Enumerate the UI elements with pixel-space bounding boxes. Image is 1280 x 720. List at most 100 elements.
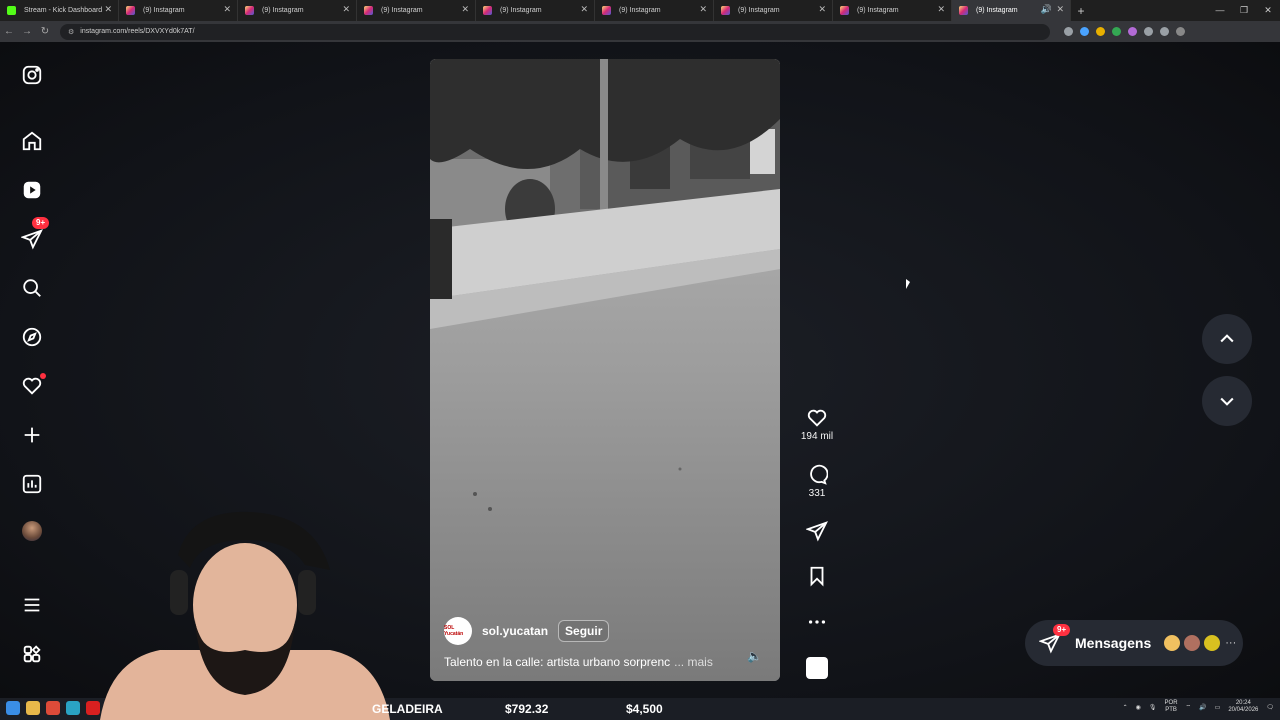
- notification-dot: [40, 373, 46, 379]
- comment-button[interactable]: 331: [796, 464, 838, 499]
- wifi-icon[interactable]: ⌔: [1186, 703, 1192, 711]
- audio-button[interactable]: [796, 657, 838, 679]
- chrome-icon[interactable]: [46, 701, 60, 715]
- windows-start-icon[interactable]: [6, 701, 20, 715]
- site-info-icon[interactable]: ⚙: [68, 28, 74, 36]
- chevron-up-icon: [1220, 334, 1234, 343]
- back-icon[interactable]: ←: [0, 26, 18, 37]
- bookmark-icon: [810, 566, 824, 587]
- maximize-icon[interactable]: ❐: [1232, 0, 1256, 21]
- avatar: [22, 521, 42, 541]
- app-icon[interactable]: [86, 701, 100, 715]
- tab-instagram[interactable]: (9) Instagram ✕: [238, 0, 357, 21]
- caption-more-link[interactable]: ... mais: [674, 655, 713, 669]
- extension-icon[interactable]: [1096, 27, 1105, 36]
- next-reel-button[interactable]: [1202, 376, 1252, 426]
- file-explorer-icon[interactable]: [26, 701, 40, 715]
- edge-icon[interactable]: [66, 701, 80, 715]
- tab-instagram[interactable]: (9) Instagram ✕: [714, 0, 833, 21]
- reel-video-frame: [430, 59, 780, 681]
- close-tab-icon[interactable]: ✕: [699, 4, 707, 15]
- previous-reel-button[interactable]: [1202, 314, 1252, 364]
- instagram-icon: [245, 6, 254, 15]
- speaker-icon[interactable]: 🔊: [1041, 4, 1052, 15]
- search-icon[interactable]: [18, 274, 46, 302]
- close-tab-icon[interactable]: ✕: [342, 4, 350, 15]
- minimize-icon[interactable]: —: [1208, 0, 1232, 21]
- address-bar[interactable]: ⚙ instagram.com/reels/DXVXYd0k7AT/: [60, 23, 1050, 40]
- tab-instagram[interactable]: (9) Instagram ✕: [357, 0, 476, 21]
- explore-icon[interactable]: [18, 323, 46, 351]
- dashboard-chart-icon[interactable]: [18, 470, 46, 498]
- create-plus-icon[interactable]: [18, 421, 46, 449]
- direct-messages-icon[interactable]: 9+: [18, 217, 50, 253]
- author-name-link[interactable]: sol.yucatan: [482, 624, 548, 638]
- ellipsis-icon: ···: [1225, 637, 1237, 649]
- tab-instagram[interactable]: (9) Instagram ✕: [595, 0, 714, 21]
- network-icon[interactable]: ◉: [1136, 704, 1141, 711]
- battery-icon[interactable]: ▭: [1215, 704, 1221, 711]
- save-button[interactable]: [796, 565, 838, 587]
- share-button[interactable]: [796, 520, 838, 542]
- extension-icon[interactable]: [1064, 27, 1073, 36]
- instagram-icon: [840, 6, 849, 15]
- notifications-icon[interactable]: 🗨: [1266, 704, 1274, 711]
- like-count: 194 mil: [800, 431, 834, 442]
- language-indicator[interactable]: POR PTB: [1165, 700, 1178, 714]
- close-tab-icon[interactable]: ✕: [818, 4, 826, 15]
- webcam-overlay: [100, 511, 390, 720]
- tab-instagram-active[interactable]: (9) Instagram 🔊 ✕: [952, 0, 1071, 21]
- menu-icon[interactable]: [1176, 27, 1185, 36]
- messages-button[interactable]: 9+ Mensagens ···: [1025, 620, 1243, 666]
- extension-icon[interactable]: [1080, 27, 1089, 36]
- ticker-item: GELADEIRA: [372, 702, 443, 716]
- instagram-icon: [602, 6, 611, 15]
- reel-author: SOL Yucatán sol.yucatan Seguir: [444, 617, 610, 645]
- instagram-logo-icon[interactable]: [18, 61, 46, 89]
- reel-video[interactable]: SOL Yucatán sol.yucatan Seguir Talento e…: [430, 59, 780, 681]
- send-icon: [806, 521, 828, 542]
- also-from-meta-icon[interactable]: [18, 640, 46, 668]
- reel-caption[interactable]: Talento en la calle: artista urbano sorp…: [444, 655, 713, 669]
- puzzle-icon[interactable]: [1144, 27, 1153, 36]
- microphone-icon[interactable]: 🎙: [1149, 704, 1157, 711]
- tab-kick-dashboard[interactable]: Stream - Kick Dashboard ✕: [0, 0, 119, 21]
- recent-contacts: [1161, 634, 1222, 652]
- more-options-button[interactable]: [796, 611, 838, 633]
- close-tab-icon[interactable]: ✕: [937, 4, 945, 15]
- close-window-icon[interactable]: ✕: [1256, 0, 1280, 21]
- new-tab-button[interactable]: +: [1071, 4, 1091, 18]
- messages-label: Mensagens: [1075, 635, 1152, 651]
- close-tab-icon[interactable]: ✕: [1056, 4, 1064, 15]
- follow-button[interactable]: Seguir: [558, 620, 610, 642]
- taskbar-apps: [6, 701, 100, 715]
- close-tab-icon[interactable]: ✕: [223, 4, 231, 15]
- avatar: [1163, 634, 1182, 652]
- tab-instagram[interactable]: (9) Instagram ✕: [833, 0, 952, 21]
- volume-icon[interactable]: 🔊: [1199, 704, 1206, 711]
- extensions-area: [1064, 27, 1185, 36]
- comment-icon: [810, 464, 828, 485]
- chevron-up-icon[interactable]: ⌃: [1123, 704, 1128, 711]
- profile-avatar[interactable]: [18, 517, 46, 545]
- instagram-icon: [364, 6, 373, 15]
- reload-icon[interactable]: ↻: [36, 26, 54, 37]
- like-button[interactable]: 194 mil: [796, 407, 838, 442]
- reels-icon[interactable]: [18, 176, 46, 204]
- close-tab-icon[interactable]: ✕: [461, 4, 469, 15]
- more-menu-icon[interactable]: [18, 591, 46, 619]
- forward-icon[interactable]: →: [18, 26, 36, 37]
- author-avatar[interactable]: SOL Yucatán: [444, 617, 472, 645]
- heart-icon: [807, 409, 827, 427]
- tab-instagram[interactable]: (9) Instagram ✕: [119, 0, 238, 21]
- profile-icon[interactable]: [1160, 27, 1169, 36]
- tab-instagram[interactable]: (9) Instagram ✕: [476, 0, 595, 21]
- home-icon[interactable]: [18, 127, 46, 155]
- close-tab-icon[interactable]: ✕: [580, 4, 588, 15]
- close-tab-icon[interactable]: ✕: [104, 4, 112, 15]
- extension-icon[interactable]: [1128, 27, 1137, 36]
- notifications-heart-icon[interactable]: [18, 372, 46, 400]
- extension-icon[interactable]: [1112, 27, 1121, 36]
- clock[interactable]: 20:24 20/04/2026: [1228, 700, 1258, 714]
- sound-toggle-icon[interactable]: 🔈: [747, 649, 762, 663]
